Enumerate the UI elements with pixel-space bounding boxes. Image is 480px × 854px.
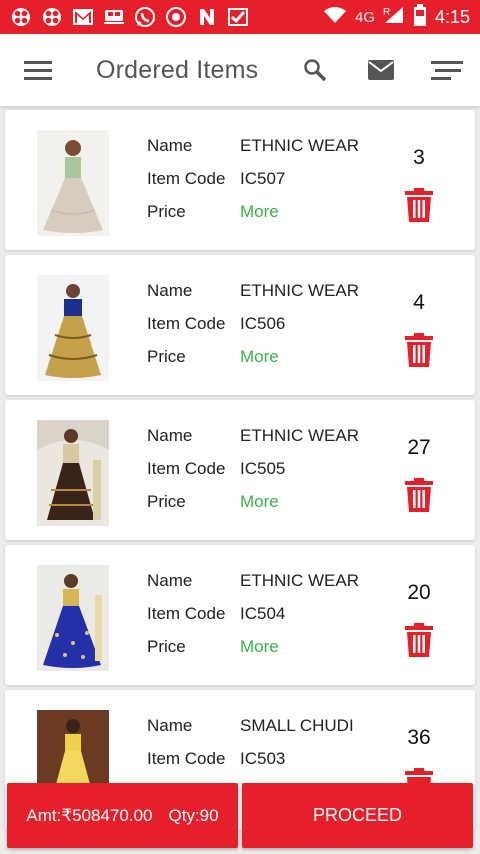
app-notification-icon — [41, 6, 63, 28]
item-code-label: Item Code — [147, 314, 226, 333]
item-name: ETHNIC WEAR — [240, 281, 359, 300]
search-button[interactable] — [282, 34, 348, 106]
sort-button[interactable] — [414, 34, 480, 106]
item-code: IC505 — [240, 459, 286, 478]
proceed-button[interactable]: PROCEED — [242, 783, 473, 848]
product-image[interactable] — [37, 130, 109, 236]
name-label: Name — [147, 281, 193, 300]
item-code: IC504 — [240, 604, 286, 623]
price-more-link[interactable]: More — [240, 347, 279, 367]
item-quantity: 3 — [413, 146, 425, 169]
notification-icons — [10, 6, 249, 28]
price-more-link[interactable]: More — [240, 492, 279, 512]
wifi-icon — [323, 6, 347, 29]
delete-icon[interactable] — [405, 333, 433, 367]
order-summary: Amt:₹508470.00 Qty:90 — [7, 783, 238, 848]
n-app-icon — [196, 6, 218, 28]
delete-icon[interactable] — [405, 188, 433, 222]
ordered-items-list[interactable]: Name ETHNIC WEAR Item Code IC507 Price M… — [0, 108, 480, 854]
app-notification-icon — [10, 6, 32, 28]
app-notification-icon — [165, 6, 187, 28]
app-bar: Ordered Items — [0, 34, 480, 106]
item-name: ETHNIC WEAR — [240, 136, 359, 155]
order-item-card[interactable]: Name ETHNIC WEAR Item Code IC507 Price M… — [5, 110, 475, 250]
item-name: ETHNIC WEAR — [240, 426, 359, 445]
price-label: Price — [147, 492, 186, 511]
item-code-label: Item Code — [147, 459, 226, 478]
name-label: Name — [147, 716, 193, 735]
price-label: Price — [147, 637, 186, 656]
messages-button[interactable] — [348, 34, 414, 106]
clock: 4:15 — [434, 6, 470, 27]
name-label: Name — [147, 136, 193, 155]
gmail-icon — [72, 6, 94, 28]
item-quantity: 27 — [407, 436, 431, 459]
hamburger-icon — [24, 61, 52, 80]
whatsapp-icon — [134, 6, 156, 28]
item-name: SMALL CHUDI — [240, 716, 354, 735]
item-quantity: 36 — [407, 726, 431, 749]
page-title: Ordered Items — [96, 55, 259, 84]
item-name: ETHNIC WEAR — [240, 571, 359, 590]
total-amount: Amt:₹508470.00 — [26, 805, 153, 825]
search-icon — [304, 59, 327, 82]
svg-text:R: R — [383, 7, 390, 18]
delete-icon[interactable] — [405, 478, 433, 512]
price-more-link[interactable]: More — [240, 637, 279, 657]
battery-icon — [413, 3, 427, 31]
order-item-card[interactable]: Name ETHNIC WEAR Item Code IC505 Price M… — [5, 400, 475, 540]
mail-icon — [368, 60, 394, 80]
item-code-label: Item Code — [147, 749, 226, 768]
status-bar: 4G R 4:15 — [0, 0, 480, 34]
product-image[interactable] — [37, 565, 109, 671]
checkout-bar: Amt:₹508470.00 Qty:90 PROCEED — [0, 783, 480, 854]
item-code: IC503 — [240, 749, 286, 768]
item-code: IC507 — [240, 169, 286, 188]
price-label: Price — [147, 202, 186, 221]
delete-icon[interactable] — [405, 623, 433, 657]
sort-icon — [431, 61, 463, 80]
total-quantity: Qty:90 — [168, 805, 219, 825]
item-code: IC506 — [240, 314, 286, 333]
train-icon — [103, 6, 125, 28]
network-type: 4G — [354, 8, 375, 26]
price-more-link[interactable]: More — [240, 202, 279, 222]
item-quantity: 4 — [413, 291, 425, 314]
price-label: Price — [147, 347, 186, 366]
item-code-label: Item Code — [147, 169, 226, 188]
product-image[interactable] — [37, 275, 109, 381]
signal-icon: R — [383, 6, 405, 29]
name-label: Name — [147, 426, 193, 445]
order-item-card[interactable]: Name ETHNIC WEAR Item Code IC506 Price M… — [5, 255, 475, 395]
item-quantity: 20 — [407, 581, 431, 604]
name-label: Name — [147, 571, 193, 590]
menu-button[interactable] — [0, 34, 76, 106]
item-code-label: Item Code — [147, 604, 226, 623]
product-image[interactable] — [37, 420, 109, 526]
app-notification-icon — [227, 6, 249, 28]
order-item-card[interactable]: Name ETHNIC WEAR Item Code IC504 Price M… — [5, 545, 475, 685]
